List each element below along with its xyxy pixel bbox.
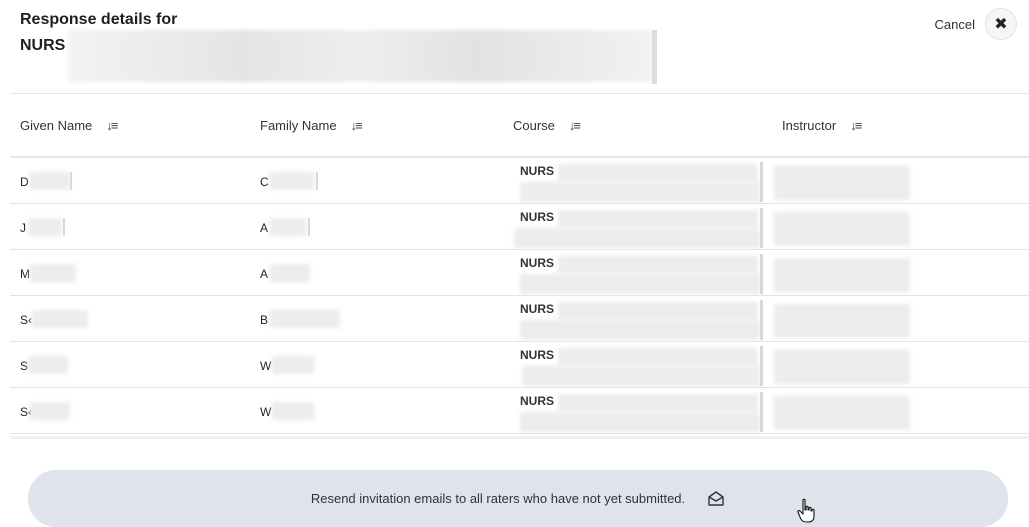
redacted-instructor (774, 212, 910, 246)
redacted-text (272, 402, 314, 420)
redacted-text (270, 172, 314, 190)
redacted-text (522, 366, 760, 386)
redacted-text (558, 210, 758, 228)
redaction-edge (316, 172, 318, 190)
redaction-edge (63, 218, 65, 236)
redaction-edge (760, 346, 763, 386)
course-cell: NURS (520, 394, 555, 408)
table-row[interactable]: D C NURS (10, 158, 1029, 204)
table-header: Given Name ↓≡ Family Name ↓≡ Course ↓≡ I… (10, 94, 1029, 158)
table-body: D C NURS J A NURS M A NURS S‹ B NURS S W… (10, 158, 1029, 434)
redacted-text (30, 264, 76, 282)
close-icon[interactable]: ✖ (985, 8, 1017, 40)
redaction-edge (70, 172, 72, 190)
redacted-text (520, 182, 760, 202)
column-header-given-name[interactable]: Given Name ↓≡ (20, 117, 118, 133)
redacted-text (558, 256, 758, 274)
redacted-text (28, 356, 68, 374)
table-bottom-divider (10, 436, 1029, 439)
redacted-instructor (774, 166, 910, 200)
given-name-cell: S‹ (20, 313, 32, 327)
column-header-course[interactable]: Course ↓≡ (513, 117, 581, 133)
table-row[interactable]: J A NURS (10, 204, 1029, 250)
sort-icon[interactable]: ↓≡ (106, 118, 118, 133)
redaction-edge (760, 254, 763, 294)
family-name-cell: W (260, 405, 272, 419)
envelope-open-icon[interactable] (707, 490, 725, 508)
family-name-cell: C (260, 175, 269, 189)
modal-header: Response details for NURS (20, 10, 680, 90)
redacted-text (30, 402, 70, 420)
redacted-text (520, 320, 760, 340)
redaction-edge (760, 392, 763, 432)
redacted-text (520, 274, 760, 294)
course-cell: NURS (520, 302, 555, 316)
redacted-text (558, 164, 758, 182)
hand-pointer-cursor-icon (796, 498, 818, 524)
column-header-family-name[interactable]: Family Name ↓≡ (260, 117, 363, 133)
redaction-edge (760, 300, 763, 340)
response-details-modal: Response details for NURS Cancel ✖ Given… (0, 0, 1029, 527)
table-row[interactable]: M A NURS (10, 250, 1029, 296)
course-cell: NURS (520, 210, 555, 224)
redacted-text (558, 302, 758, 320)
family-name-cell: W (260, 359, 272, 373)
redacted-text (558, 394, 758, 412)
redacted-instructor (774, 258, 910, 292)
cancel-control[interactable]: Cancel ✖ (935, 8, 1017, 40)
redaction-edge (760, 162, 763, 202)
table-row[interactable]: S W NURS (10, 342, 1029, 388)
redacted-course-title (68, 30, 653, 82)
course-cell: NURS (520, 164, 555, 178)
family-name-cell: B (260, 313, 269, 327)
sort-icon[interactable]: ↓≡ (850, 118, 862, 133)
course-cell: NURS (520, 348, 555, 362)
redacted-text (32, 310, 88, 328)
envelope-open-icon-svg (708, 490, 724, 506)
redacted-text (520, 412, 760, 432)
redacted-instructor (774, 396, 910, 430)
redaction-edge (308, 218, 310, 236)
column-label: Course (513, 117, 555, 133)
cancel-button[interactable]: Cancel (935, 17, 975, 32)
resend-invitations-button[interactable]: Resend invitation emails to all raters w… (28, 470, 1008, 527)
redaction-edge (652, 30, 657, 84)
redacted-text (270, 310, 340, 328)
redacted-text (270, 264, 310, 282)
column-label: Given Name (20, 117, 93, 133)
given-name-cell: S (20, 359, 29, 373)
given-name-cell: D (20, 175, 29, 189)
sort-icon[interactable]: ↓≡ (569, 118, 581, 133)
family-name-cell: A (260, 267, 269, 281)
table-row[interactable]: S‹ B NURS (10, 296, 1029, 342)
given-name-cell: J (20, 221, 26, 235)
redacted-text (28, 218, 62, 236)
resend-invitations-label: Resend invitation emails to all raters w… (310, 491, 686, 506)
column-header-instructor[interactable]: Instructor ↓≡ (782, 117, 862, 133)
redacted-text (272, 356, 314, 374)
redacted-text (558, 348, 758, 366)
course-cell: NURS (520, 256, 555, 270)
redacted-instructor (774, 304, 910, 338)
given-name-cell: M (20, 267, 30, 281)
family-name-cell: A (260, 221, 269, 235)
table-row[interactable]: S‹ W NURS (10, 388, 1029, 434)
redacted-text (30, 172, 70, 190)
redacted-instructor (774, 350, 910, 384)
responses-table: Given Name ↓≡ Family Name ↓≡ Course ↓≡ I… (10, 94, 1029, 434)
redacted-text (514, 228, 760, 248)
redaction-edge (760, 208, 763, 248)
redacted-text (270, 218, 306, 236)
column-label: Family Name (260, 117, 337, 133)
column-label: Instructor (782, 117, 837, 133)
sort-icon[interactable]: ↓≡ (351, 118, 363, 133)
modal-title: Response details for (20, 11, 178, 28)
